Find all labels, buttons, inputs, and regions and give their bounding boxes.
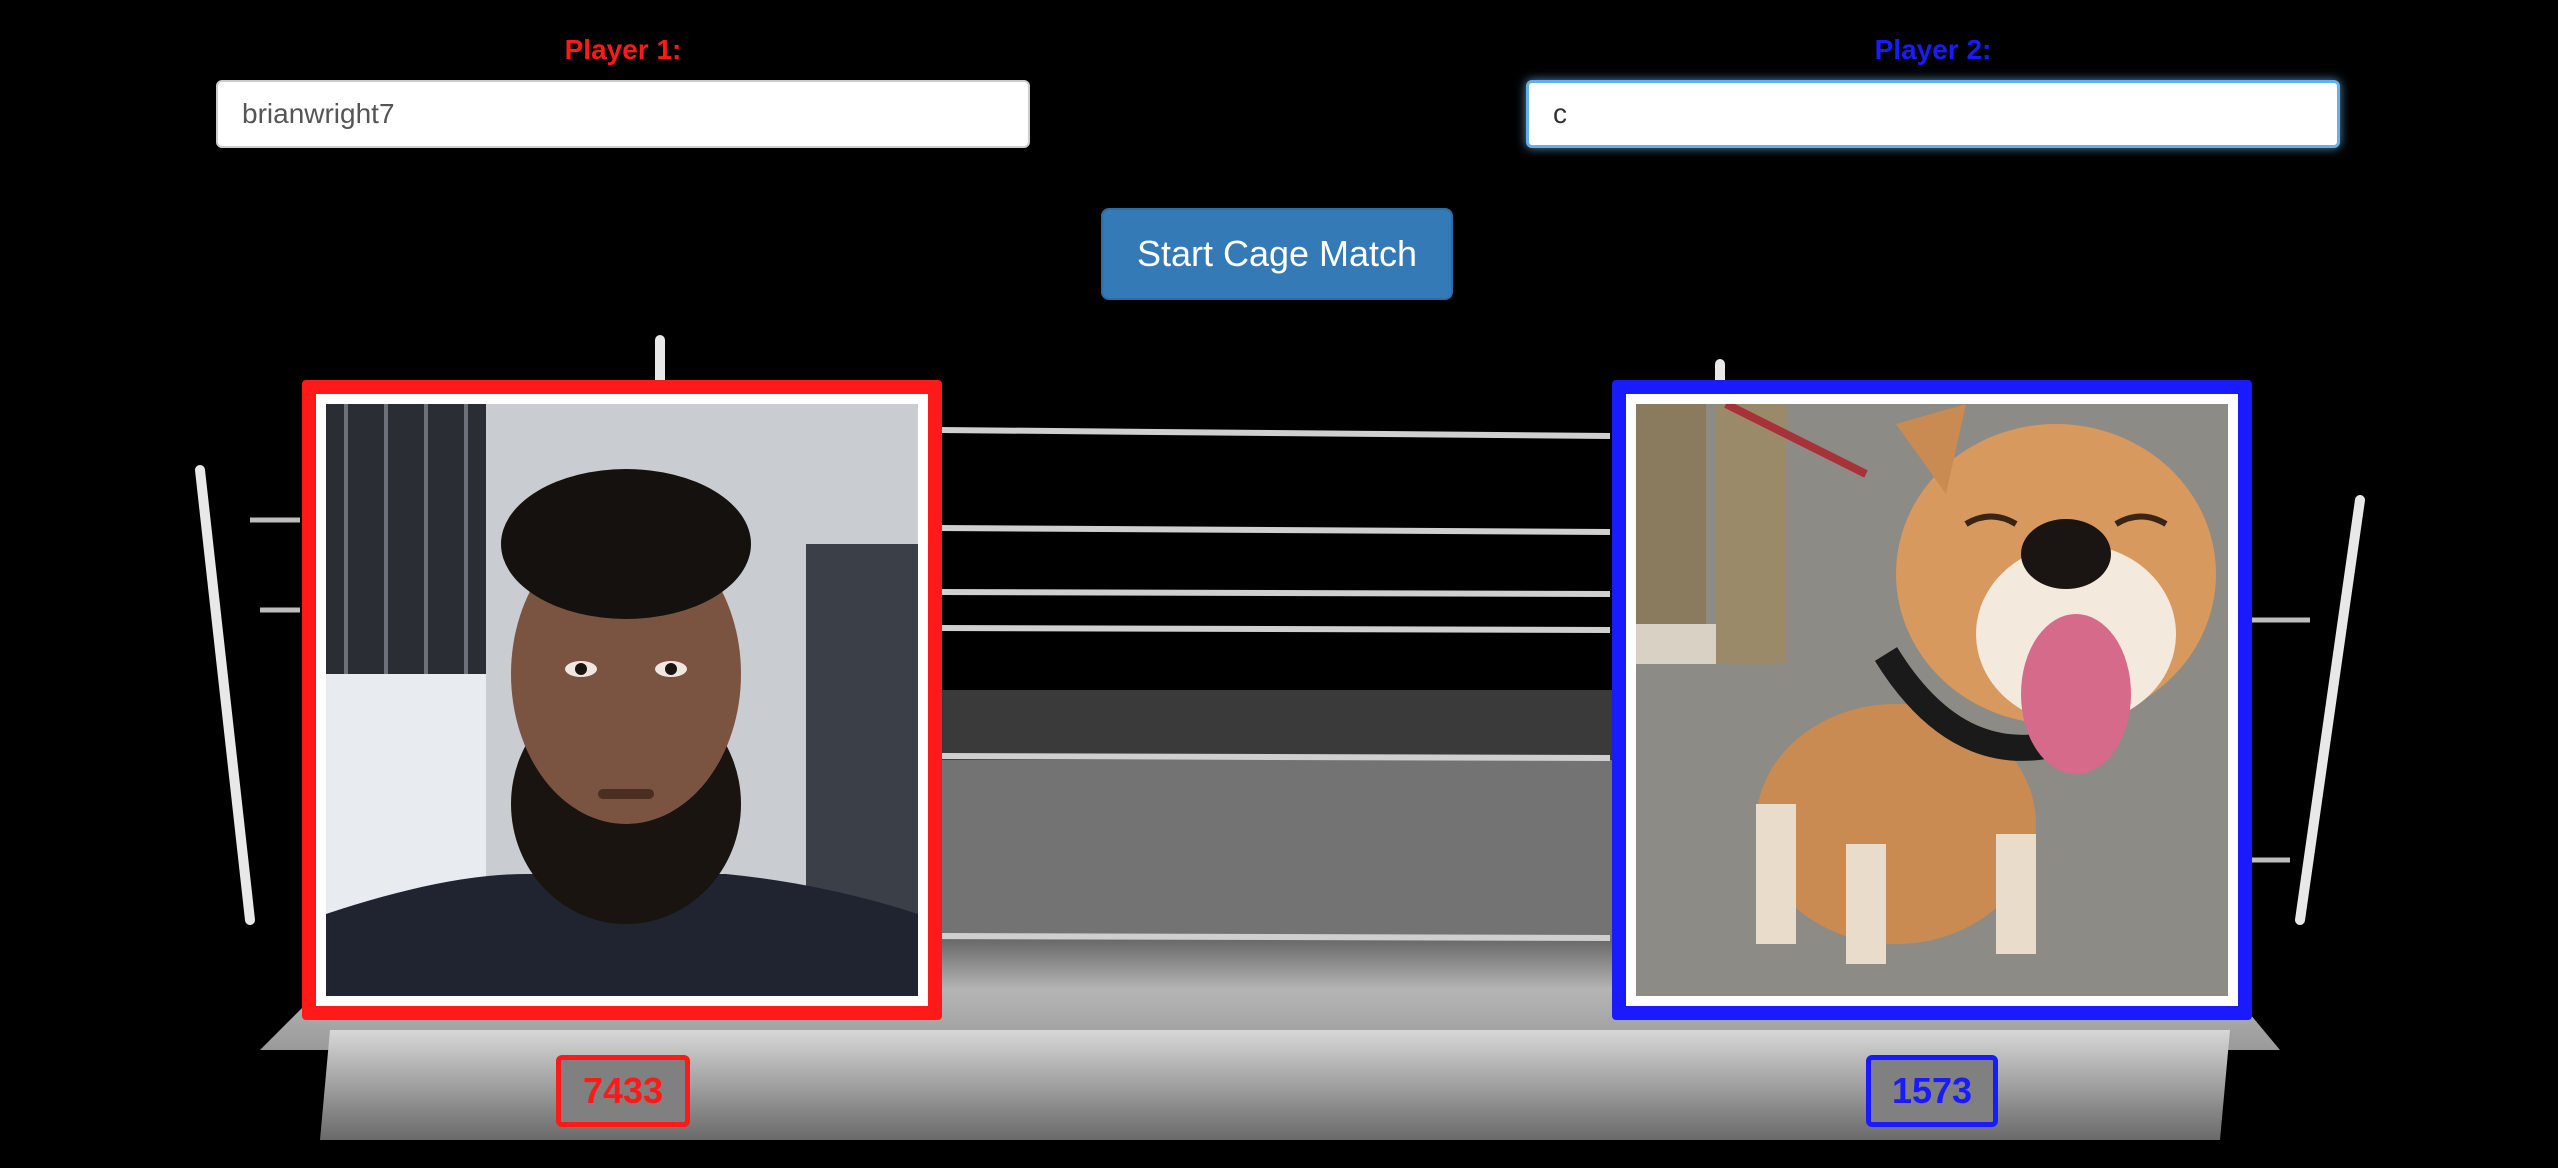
player-1-avatar-photo: [326, 404, 918, 996]
player-2-avatar-photo: [1636, 404, 2228, 996]
player-2-score: 1573: [1866, 1055, 1998, 1127]
player-1-photo-frame: [302, 380, 942, 1020]
player-2-label: Player 2:: [1874, 34, 1992, 65]
start-cage-match-button[interactable]: Start Cage Match: [1101, 208, 1453, 300]
man-selfie-image: [326, 404, 918, 996]
player-2-username-input[interactable]: [1526, 80, 2340, 148]
player-2-photo-frame: [1612, 380, 2252, 1020]
shiba-inu-dog-image: [1636, 404, 2228, 996]
player-1-score: 7433: [556, 1055, 690, 1127]
player-2-column: Player 2:: [1526, 30, 2340, 148]
player-1-username-input[interactable]: [216, 80, 1030, 148]
player-1-label: Player 1:: [564, 34, 682, 65]
player-1-column: Player 1:: [216, 30, 1030, 148]
cage-match-page: Player 1: Player 2: Start Cage Match: [0, 0, 2558, 1168]
